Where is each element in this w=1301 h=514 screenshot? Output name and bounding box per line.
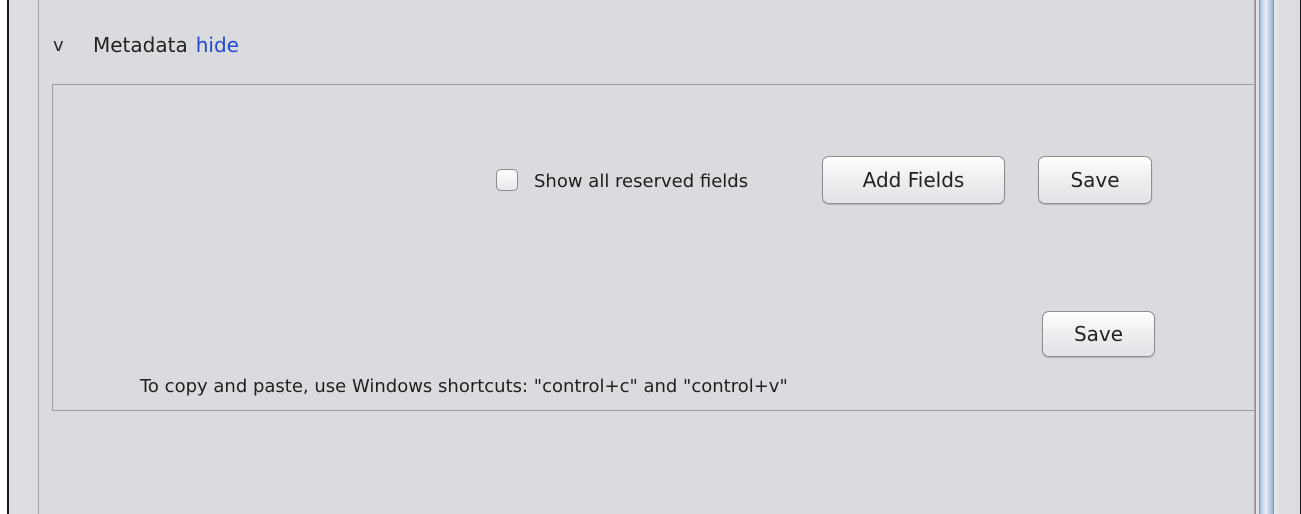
save-button-top[interactable]: Save <box>1038 156 1152 204</box>
show-reserved-fields-label[interactable]: Show all reserved fields <box>534 170 748 194</box>
save-button-bottom[interactable]: Save <box>1042 311 1155 357</box>
collapse-toggle-icon[interactable]: v <box>53 35 73 56</box>
add-fields-button[interactable]: Add Fields <box>822 156 1005 204</box>
section-title: Metadata <box>93 33 188 57</box>
show-reserved-fields-checkbox[interactable] <box>496 169 518 191</box>
metadata-panel <box>52 84 1255 411</box>
vertical-scrollbar-thumb[interactable] <box>1259 0 1274 514</box>
metadata-section-header: v Metadata hide <box>53 30 239 60</box>
hide-link[interactable]: hide <box>196 33 239 57</box>
copy-paste-hint: To copy and paste, use Windows shortcuts… <box>140 376 788 397</box>
